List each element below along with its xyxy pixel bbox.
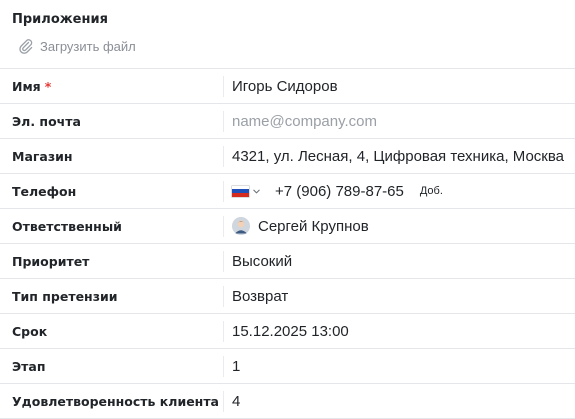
deadline-field[interactable]: 15.12.2025 13:00	[224, 314, 575, 348]
attachments-section: Приложения Загрузить файл	[0, 0, 575, 69]
field-row-stage: Этап 1	[0, 349, 575, 384]
field-row-deadline: Срок 15.12.2025 13:00	[0, 314, 575, 349]
phone-field-wrapper: +7 (906) 789-87-65 Доб.	[224, 174, 575, 208]
field-row-claim-type: Тип претензии Возврат	[0, 279, 575, 314]
person-icon	[232, 217, 250, 235]
field-label-responsible: Ответственный	[12, 218, 122, 234]
field-label-priority: Приоритет	[12, 253, 90, 269]
upload-file-button[interactable]: Загрузить файл	[18, 38, 563, 54]
stage-field[interactable]: 1	[224, 349, 575, 383]
email-field[interactable]: name@company.com	[224, 104, 575, 138]
priority-field[interactable]: Высокий	[224, 244, 575, 278]
chevron-down-icon	[253, 189, 260, 193]
phone-field[interactable]: +7 (906) 789-87-65	[275, 183, 404, 200]
field-label-store: Магазин	[12, 148, 73, 164]
field-row-satisfaction: Удовлетворенность клиента 4	[0, 384, 575, 419]
name-label-text: Имя	[12, 78, 41, 94]
field-label-claim-type: Тип претензии	[12, 288, 118, 304]
field-row-store: Магазин 4321, ул. Лесная, 4, Цифровая те…	[0, 139, 575, 174]
attachments-title: Приложения	[12, 12, 108, 27]
field-label-deadline: Срок	[12, 323, 48, 339]
field-label-phone: Телефон	[12, 183, 77, 199]
responsible-name: Сергей Крупнов	[258, 217, 369, 235]
field-row-phone: Телефон +7 (906) 789-87-65 Доб.	[0, 174, 575, 209]
required-mark: *	[44, 78, 52, 94]
field-row-priority: Приоритет Высокий	[0, 244, 575, 279]
russia-flag-icon	[232, 185, 249, 197]
user-avatar	[232, 217, 250, 235]
name-field[interactable]: Игорь Сидоров	[224, 69, 575, 103]
field-label-email: Эл. почта	[12, 113, 81, 129]
paperclip-icon	[19, 39, 33, 54]
field-row-email: Эл. почта name@company.com	[0, 104, 575, 139]
satisfaction-field[interactable]: 4	[224, 384, 575, 418]
field-label-satisfaction: Удовлетворенность клиента	[12, 393, 219, 409]
upload-file-label: Загрузить файл	[40, 38, 136, 54]
country-code-selector[interactable]	[232, 185, 261, 197]
field-label-name: Имя *	[0, 69, 223, 103]
phone-extension-field[interactable]: Доб.	[420, 185, 443, 197]
store-field[interactable]: 4321, ул. Лесная, 4, Цифровая техника, М…	[224, 139, 575, 173]
field-label-stage: Этап	[12, 358, 46, 374]
responsible-field[interactable]: Сергей Крупнов	[224, 209, 575, 243]
claim-type-field[interactable]: Возврат	[224, 279, 575, 313]
field-row-name: Имя * Игорь Сидоров	[0, 69, 575, 104]
field-row-responsible: Ответственный Сергей Крупнов	[0, 209, 575, 244]
